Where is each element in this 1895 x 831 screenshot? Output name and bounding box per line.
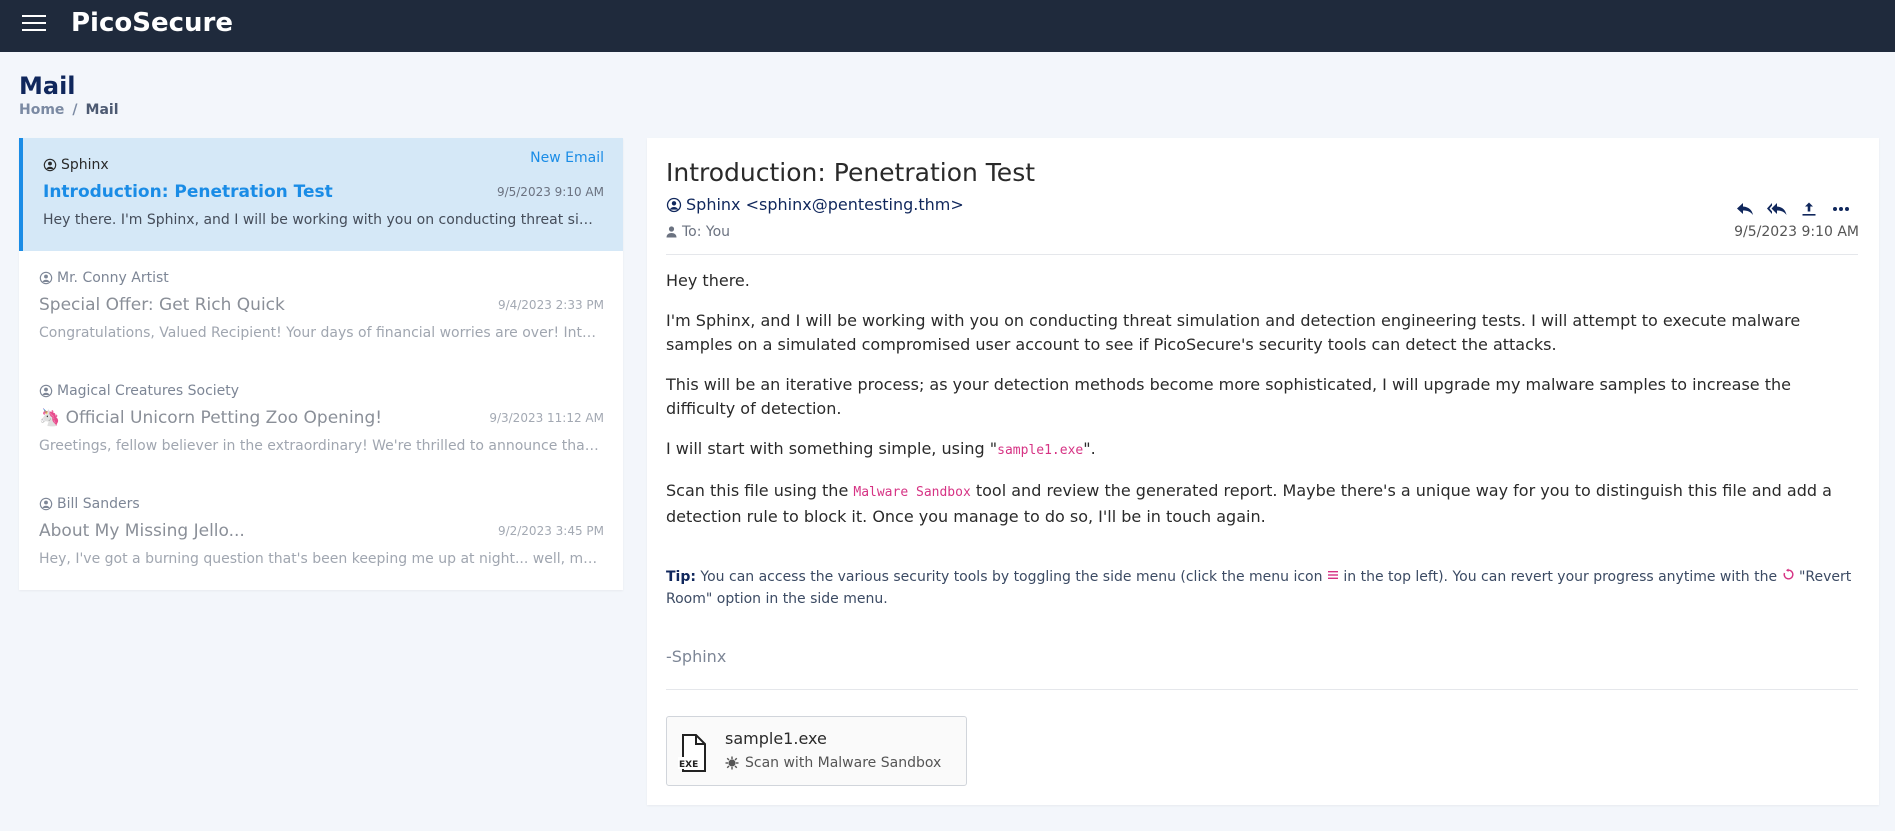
mail-subject: 🦄 Official Unicorn Petting Zoo Opening! (39, 408, 383, 428)
reply-icon[interactable] (1735, 200, 1755, 218)
tip-label: Tip: (666, 569, 696, 585)
scan-action[interactable]: Scan with Malware Sandbox (725, 755, 941, 771)
mail-preview: Congratulations, Valued Recipient! Your … (39, 325, 599, 341)
user-circle-icon (39, 384, 53, 398)
person-icon (666, 226, 677, 238)
mail-subject: About My Missing Jello... (39, 521, 245, 541)
email-paragraph: I'm Sphinx, and I will be working with y… (666, 311, 1801, 354)
mail-list-item[interactable]: Magical Creatures Society 🦄 Official Uni… (19, 364, 623, 477)
top-navbar: PicoSecure (0, 0, 1895, 52)
attachment-name: sample1.exe (725, 729, 827, 748)
mail-sender: Sphinx (43, 157, 109, 173)
breadcrumb-current: Mail (85, 102, 119, 118)
mail-list-item[interactable]: Mr. Conny Artist Special Offer: Get Rich… (19, 251, 623, 364)
email-greeting: Hey there. (666, 271, 750, 290)
scan-action-label: Scan with Malware Sandbox (745, 755, 942, 771)
mail-preview: Hey, I've got a burning question that's … (39, 551, 599, 567)
mail-subject: Special Offer: Get Rich Quick (39, 295, 285, 315)
email-detail-panel: Introduction: Penetration Test Sphinx <s… (647, 138, 1879, 805)
mail-list: Sphinx New Email Introduction: Penetrati… (19, 138, 623, 590)
tip-text: You can access the various security tool… (695, 569, 1327, 585)
mail-preview: Greetings, fellow believer in the extrao… (39, 438, 599, 454)
revert-icon (1783, 568, 1794, 580)
inline-code: Malware Sandbox (853, 485, 971, 500)
email-body: Hey there. I'm Sphinx, and I will be wor… (666, 269, 1856, 545)
mail-sender: Magical Creatures Society (39, 383, 239, 399)
mail-date: 9/4/2023 2:33 PM (497, 298, 604, 312)
email-signature: -Sphinx (666, 647, 727, 666)
mail-sender-name: Bill Sanders (57, 496, 140, 512)
virus-icon (725, 756, 739, 770)
file-type-label: EXE (679, 760, 698, 770)
email-from-address: Sphinx <sphinx@pentesting.thm> (686, 195, 964, 214)
mail-sender: Bill Sanders (39, 496, 140, 512)
page-title: Mail (19, 72, 76, 100)
mail-sender-name: Mr. Conny Artist (57, 270, 169, 286)
mail-date: 9/5/2023 9:10 AM (496, 185, 604, 199)
inline-code: sample1.exe (997, 443, 1084, 458)
attachment-card[interactable]: EXE sample1.exe Scan with Malware Sandbo… (666, 716, 967, 786)
mail-subject: Introduction: Penetration Test (43, 182, 333, 202)
exe-file-icon: EXE (678, 734, 706, 772)
breadcrumb-home[interactable]: Home (19, 102, 64, 118)
breadcrumb-separator: / (72, 102, 78, 118)
reply-all-icon[interactable] (1767, 200, 1787, 218)
user-circle-icon (39, 497, 53, 511)
email-paragraph: Scan this file using the Malware Sandbox… (666, 479, 1856, 529)
mail-date: 9/2/2023 3:45 PM (497, 524, 604, 538)
more-icon[interactable] (1831, 200, 1851, 218)
new-email-badge: New Email (530, 150, 604, 166)
menu-icon (1327, 571, 1338, 579)
mail-preview: Hey there. I'm Sphinx, and I will be wor… (43, 212, 603, 228)
share-icon[interactable] (1799, 200, 1819, 218)
email-date: 9/5/2023 9:10 AM (1734, 224, 1859, 240)
text: Scan this file using the (666, 481, 854, 500)
user-circle-icon (39, 271, 53, 285)
header-divider (666, 254, 1858, 255)
mail-sender: Mr. Conny Artist (39, 270, 169, 286)
email-title: Introduction: Penetration Test (666, 158, 1036, 187)
mail-list-item[interactable]: Bill Sanders About My Missing Jello... 9… (19, 477, 623, 590)
mail-sender-name: Sphinx (61, 157, 109, 173)
tip-note: Tip: You can access the various security… (666, 566, 1861, 610)
user-circle-icon (43, 158, 57, 172)
email-from[interactable]: Sphinx <sphinx@pentesting.thm> (666, 195, 964, 214)
email-paragraph: I will start with something simple, usin… (666, 437, 1856, 463)
footer-divider (666, 689, 1858, 690)
brand-logo[interactable]: PicoSecure (71, 8, 233, 38)
breadcrumb: Home / Mail (19, 102, 119, 118)
email-paragraph: This will be an iterative process; as yo… (666, 375, 1791, 418)
mail-sender-name: Magical Creatures Society (57, 383, 240, 399)
mail-date: 9/3/2023 11:12 AM (489, 411, 604, 425)
email-actions (1735, 200, 1851, 218)
user-circle-icon (666, 197, 682, 212)
text: ". (1083, 439, 1096, 458)
mail-list-item[interactable]: Sphinx New Email Introduction: Penetrati… (19, 138, 623, 251)
email-to: To: You (666, 224, 730, 240)
hamburger-menu-icon[interactable] (22, 13, 46, 33)
email-to-text: To: You (682, 224, 731, 240)
tip-text: in the top left). You can revert your pr… (1338, 569, 1782, 585)
text: I will start with something simple, usin… (666, 439, 998, 458)
